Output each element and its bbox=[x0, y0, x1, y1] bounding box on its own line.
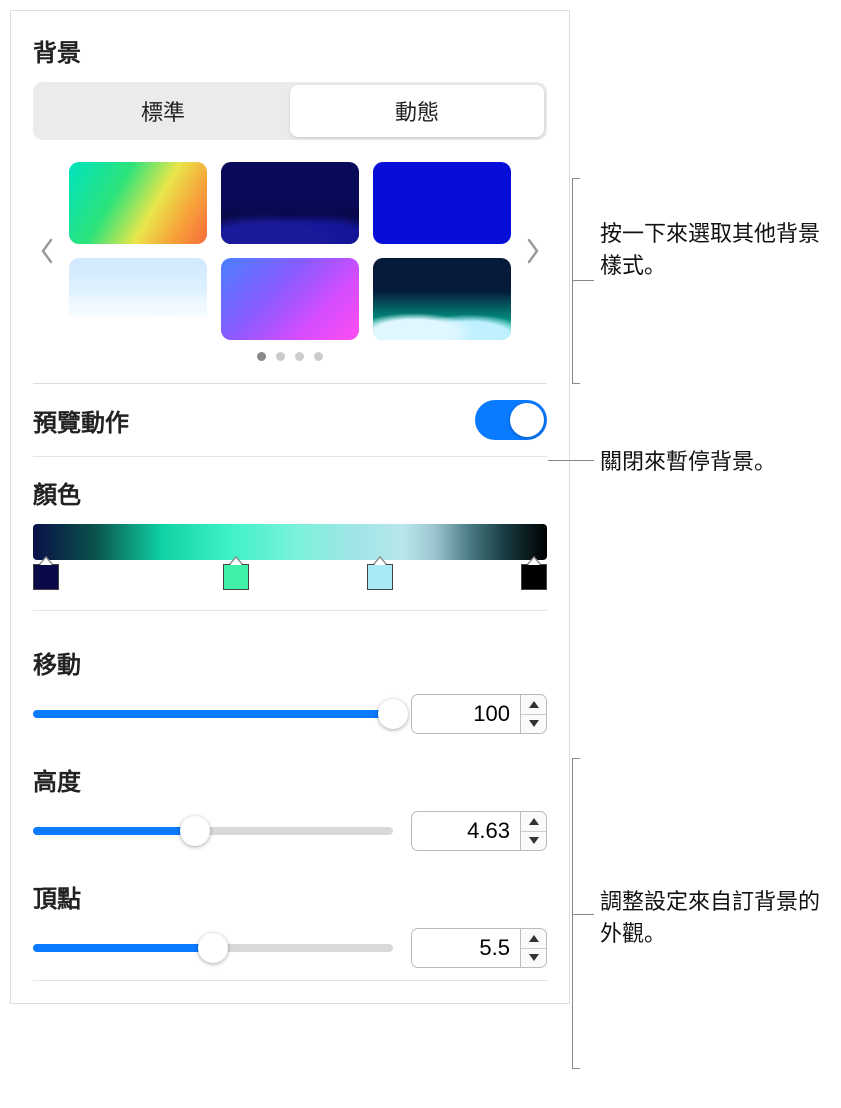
chevron-right-icon[interactable] bbox=[519, 231, 547, 271]
top-stepper bbox=[411, 928, 547, 968]
height-value-input[interactable] bbox=[411, 811, 521, 851]
height-label: 高度 bbox=[33, 762, 547, 797]
color-label: 顏色 bbox=[33, 475, 547, 510]
stepper-down-icon[interactable] bbox=[521, 949, 546, 968]
page-dot[interactable] bbox=[276, 352, 285, 361]
color-section: 顏色 bbox=[33, 457, 547, 611]
color-stop[interactable] bbox=[521, 564, 547, 590]
move-label: 移動 bbox=[33, 645, 547, 680]
sliders-section: 移動 高度 bbox=[33, 623, 547, 981]
color-stop[interactable] bbox=[367, 564, 393, 590]
inspector-panel: 背景 標準 動態 預覽動作 顏色 bbox=[10, 10, 570, 1004]
bg-thumb[interactable] bbox=[373, 162, 511, 244]
preview-motion-label: 預覽動作 bbox=[33, 403, 129, 438]
callout-text: 關閉來暫停背景。 bbox=[600, 449, 776, 474]
stepper-down-icon[interactable] bbox=[521, 715, 546, 734]
top-slider[interactable] bbox=[33, 944, 393, 952]
stepper-down-icon[interactable] bbox=[521, 832, 546, 851]
bg-thumb[interactable] bbox=[69, 258, 207, 340]
divider bbox=[33, 980, 547, 981]
height-stepper bbox=[411, 811, 547, 851]
background-type-segmented[interactable]: 標準 動態 bbox=[33, 82, 547, 140]
color-stops-row bbox=[33, 564, 547, 611]
stepper-up-icon[interactable] bbox=[521, 812, 546, 832]
callout-text: 調整設定來自訂背景的外觀。 bbox=[600, 889, 820, 946]
move-value-input[interactable] bbox=[411, 694, 521, 734]
top-label: 頂點 bbox=[33, 879, 547, 914]
callout-pick-bg: 按一下來選取其他背景樣式。 bbox=[600, 218, 830, 282]
color-stop[interactable] bbox=[223, 564, 249, 590]
section-title-background: 背景 bbox=[33, 33, 547, 68]
move-slider-row bbox=[33, 694, 547, 734]
seg-dynamic[interactable]: 動態 bbox=[290, 85, 544, 137]
color-gradient-bar[interactable] bbox=[33, 524, 547, 560]
bg-thumb[interactable] bbox=[221, 258, 359, 340]
bg-thumb[interactable] bbox=[373, 258, 511, 340]
stepper-up-icon[interactable] bbox=[521, 929, 546, 949]
color-stop[interactable] bbox=[33, 564, 59, 590]
preview-motion-row: 預覽動作 bbox=[33, 384, 547, 457]
page-dot[interactable] bbox=[257, 352, 266, 361]
toggle-knob bbox=[510, 403, 544, 437]
chevron-left-icon[interactable] bbox=[33, 231, 61, 271]
preview-motion-toggle[interactable] bbox=[475, 400, 547, 440]
background-thumbnails bbox=[69, 162, 511, 340]
callout-adjust: 調整設定來自訂背景的外觀。 bbox=[600, 886, 830, 950]
carousel-page-dots[interactable] bbox=[33, 352, 547, 361]
move-stepper bbox=[411, 694, 547, 734]
height-slider[interactable] bbox=[33, 827, 393, 835]
bg-thumb[interactable] bbox=[221, 162, 359, 244]
height-slider-row bbox=[33, 811, 547, 851]
page-dot[interactable] bbox=[295, 352, 304, 361]
move-slider[interactable] bbox=[33, 710, 393, 718]
callout-toggle: 關閉來暫停背景。 bbox=[600, 446, 830, 478]
page-dot[interactable] bbox=[314, 352, 323, 361]
top-slider-row bbox=[33, 928, 547, 968]
bg-thumb[interactable] bbox=[69, 162, 207, 244]
stepper-up-icon[interactable] bbox=[521, 695, 546, 715]
background-carousel bbox=[33, 162, 547, 340]
callout-text: 按一下來選取其他背景樣式。 bbox=[600, 221, 820, 278]
seg-standard[interactable]: 標準 bbox=[36, 85, 290, 137]
top-value-input[interactable] bbox=[411, 928, 521, 968]
